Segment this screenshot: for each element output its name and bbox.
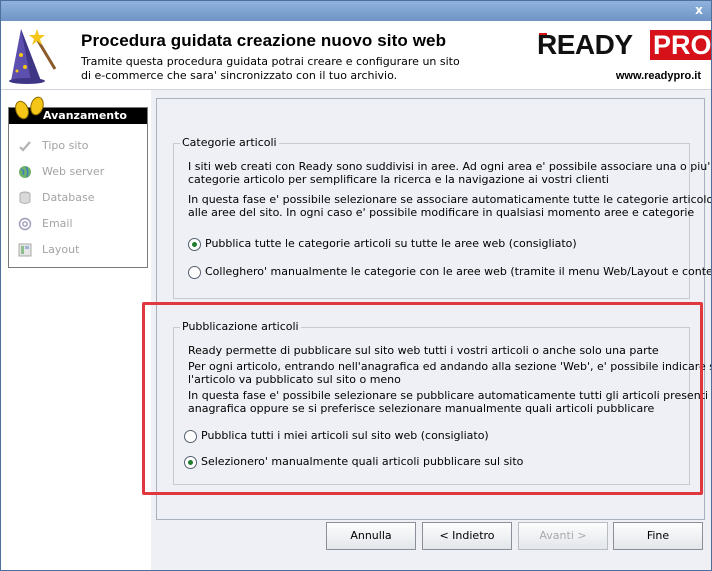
radio-button-selected[interactable] — [188, 238, 201, 251]
at-sign-icon — [18, 217, 32, 231]
logo-pro-text: PRO — [650, 30, 711, 60]
pubblicazione-text-3: l'articolo va pubblicato sul sito o meno — [188, 373, 401, 386]
wizard-title: Procedura guidata creazione nuovo sito w… — [81, 31, 447, 50]
wizard-window: x Procedura guidata creazione nuovo sito… — [0, 0, 712, 571]
progress-panel: Avanzamento Tipo sito Web server Databas — [8, 96, 148, 268]
next-button: Avanti > — [518, 522, 608, 550]
radio-button[interactable] — [184, 430, 197, 443]
categorie-group: Categorie articoli I siti web creati con… — [173, 136, 711, 299]
wizard-description: Tramite questa procedura guidata potrai … — [81, 55, 460, 82]
pubblicazione-legend: Pubblicazione articoli — [180, 320, 301, 333]
categorie-text-4: alle aree del sito. In ogni caso e' poss… — [188, 206, 695, 219]
pubblicazione-text-1: Ready permette di pubblicare sul sito we… — [188, 344, 659, 357]
radio-button-selected[interactable] — [184, 456, 197, 469]
footprints-icon — [15, 96, 44, 120]
back-button[interactable]: < Indietro — [422, 522, 512, 550]
pubblicazione-text-4: In questa fase e' possibile selezionare … — [188, 389, 712, 402]
content-panel: Categorie articoli I siti web creati con… — [156, 98, 711, 520]
layout-icon — [18, 243, 32, 257]
close-icon[interactable]: x — [693, 4, 705, 16]
title-bar: x — [1, 1, 711, 21]
radio-button[interactable] — [188, 266, 201, 279]
categorie-legend: Categorie articoli — [180, 136, 279, 149]
wizard-header: Procedura guidata creazione nuovo sito w… — [1, 21, 711, 90]
categorie-text-1: I siti web creati con Ready sono suddivi… — [188, 160, 711, 173]
categorie-text-2: categorie articolo per semplificare la r… — [188, 173, 609, 186]
logo-ready-text: READY — [537, 29, 633, 60]
website-url: www.readypro.it — [615, 70, 701, 82]
checkmark-icon — [19, 141, 31, 152]
pubblicazione-group: Pubblicazione articoli Ready permette di… — [173, 320, 711, 485]
pubblicazione-text-5: anagrafica oppure se si preferisce selez… — [188, 402, 655, 415]
finish-button[interactable]: Fine — [613, 522, 703, 550]
cancel-button[interactable]: Annulla — [326, 522, 416, 550]
wizard-hat-icon — [9, 29, 57, 84]
categorie-text-3: In questa fase e' possibile selezionare … — [188, 193, 712, 206]
pubblicazione-text-2: Per ogni articolo, entrando nell'anagraf… — [188, 360, 712, 373]
database-icon — [19, 191, 31, 204]
globe-icon — [19, 166, 31, 178]
